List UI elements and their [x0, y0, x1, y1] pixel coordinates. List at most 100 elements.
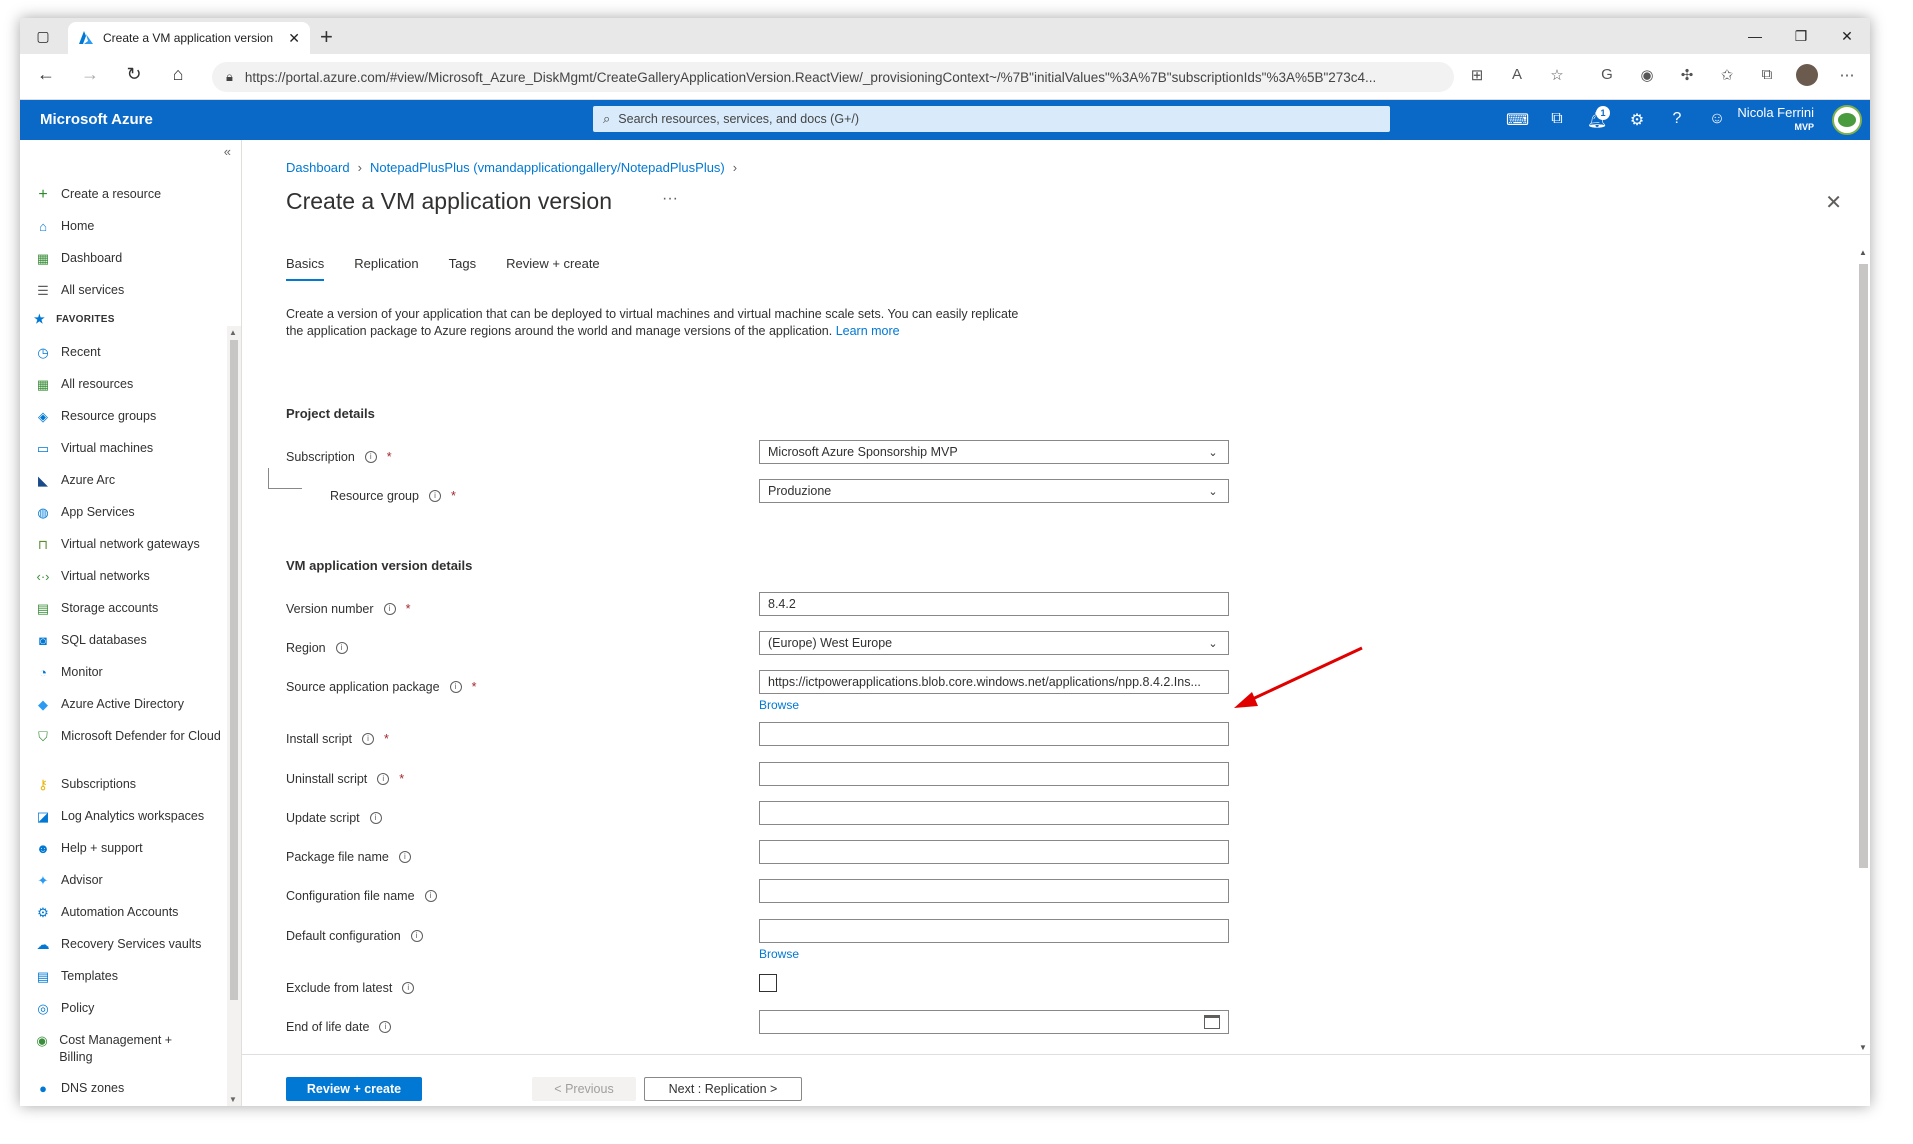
user-avatar[interactable] — [1832, 105, 1862, 135]
region-select[interactable]: (Europe) West Europe ⌄ — [759, 631, 1229, 655]
review-create-button[interactable]: Review + create — [286, 1077, 422, 1101]
account-menu[interactable]: Nicola Ferrini MVP — [1737, 106, 1814, 134]
sidebar-item-dashboard[interactable]: ▦ Dashboard — [34, 250, 122, 267]
sidebar-item-azure-ad[interactable]: ◆ Azure Active Directory — [34, 696, 184, 713]
info-icon[interactable]: i — [402, 982, 415, 994]
browse-package-link[interactable]: Browse — [759, 698, 799, 712]
tab-tags[interactable]: Tags — [449, 256, 476, 281]
feedback-icon[interactable]: ☺ — [1706, 110, 1728, 128]
previous-button[interactable]: < Previous — [532, 1077, 636, 1101]
directory-filter-icon[interactable]: ⧉ — [1546, 110, 1568, 128]
read-aloud-icon[interactable]: A — [1506, 66, 1528, 83]
scroll-down-icon[interactable]: ▼ — [229, 1095, 237, 1104]
info-icon[interactable]: i — [335, 642, 348, 654]
more-options-icon[interactable]: ··· — [662, 190, 678, 208]
sidebar-item-virtual-machines[interactable]: ▭ Virtual machines — [34, 440, 153, 457]
configuration-file-name-input[interactable] — [759, 879, 1229, 903]
breadcrumb-app[interactable]: NotepadPlusPlus (vmandapplicationgallery… — [370, 160, 725, 175]
sidebar-item-automation[interactable]: ⚙ Automation Accounts — [34, 904, 178, 921]
collections-icon[interactable]: ⧉ — [1756, 66, 1778, 83]
collapse-sidebar-icon[interactable]: « — [224, 144, 231, 159]
info-icon[interactable]: i — [377, 773, 390, 785]
default-configuration-input[interactable] — [759, 919, 1229, 943]
window-close-icon[interactable]: ✕ — [1824, 18, 1870, 54]
version-number-input[interactable]: 8.4.2 — [759, 592, 1229, 616]
profile-avatar[interactable] — [1796, 64, 1818, 86]
tab-actions-icon[interactable]: ▢ — [20, 18, 66, 54]
restore-icon[interactable]: ❐ — [1778, 18, 1824, 54]
calendar-icon[interactable] — [1204, 1015, 1220, 1029]
info-icon[interactable]: i — [383, 603, 396, 615]
browser-tab[interactable]: Create a VM application version ✕ — [68, 22, 310, 54]
forward-icon[interactable]: → — [78, 64, 102, 85]
learn-more-link[interactable]: Learn more — [836, 324, 900, 338]
close-tab-icon[interactable]: ✕ — [288, 30, 300, 47]
breadcrumb-dashboard[interactable]: Dashboard — [286, 160, 350, 175]
info-icon[interactable]: i — [424, 890, 437, 902]
sidebar-item-azure-arc[interactable]: ◣ Azure Arc — [34, 472, 115, 489]
tab-basics[interactable]: Basics — [286, 256, 325, 281]
install-script-input[interactable] — [759, 722, 1229, 746]
end-of-life-date-input[interactable] — [759, 1010, 1229, 1034]
sidebar-item-all-resources[interactable]: ▦ All resources — [34, 376, 133, 393]
sidebar-scroll-thumb[interactable] — [230, 340, 238, 1000]
favorites-icon[interactable]: ✩ — [1716, 66, 1738, 84]
sidebar-item-advisor[interactable]: ✦ Advisor — [34, 872, 103, 889]
sidebar-item-all-services[interactable]: ☰ All services — [34, 282, 124, 299]
sidebar-item-recovery-vaults[interactable]: ☁ Recovery Services vaults — [34, 936, 202, 953]
info-icon[interactable]: i — [410, 930, 423, 942]
minimize-icon[interactable]: — — [1732, 18, 1778, 54]
blade-scroll-thumb[interactable] — [1859, 264, 1868, 868]
sidebar-item-create-resource[interactable]: + Create a resource — [34, 186, 161, 203]
scroll-down-icon[interactable]: ▼ — [1859, 1043, 1867, 1052]
settings-gear-icon[interactable]: ⚙ — [1626, 110, 1648, 130]
notifications-icon[interactable]: 🔔︎ 1 — [1586, 106, 1610, 130]
scroll-up-icon[interactable]: ▲ — [1859, 248, 1867, 257]
sidebar-scrollbar[interactable]: ▲ ▼ — [227, 326, 241, 1106]
sidebar-item-home[interactable]: ⌂ Home — [34, 218, 94, 235]
sidebar-item-virtual-networks[interactable]: ‹·› Virtual networks — [34, 568, 150, 585]
cloud-shell-icon[interactable]: ⌨ — [1506, 110, 1529, 130]
refresh-icon[interactable]: ↻ — [122, 64, 146, 85]
sidebar-item-dns-zones[interactable]: ● DNS zones — [34, 1080, 124, 1097]
sidebar-item-vnet-gateways[interactable]: ⊓ Virtual network gateways — [34, 536, 200, 553]
close-blade-icon[interactable]: ✕ — [1825, 190, 1842, 215]
next-replication-button[interactable]: Next : Replication > — [644, 1077, 802, 1101]
address-bar[interactable]: 🔒︎ https://portal.azure.com/#view/Micros… — [212, 62, 1454, 92]
update-script-input[interactable] — [759, 801, 1229, 825]
sidebar-item-cost-management[interactable]: ◉ Cost Management + Billing — [34, 1032, 194, 1066]
home-icon[interactable]: ⌂ — [166, 64, 190, 85]
password-extension-icon[interactable]: ◉ — [1636, 66, 1658, 84]
more-menu-icon[interactable]: ⋯ — [1836, 66, 1858, 84]
azure-brand[interactable]: Microsoft Azure — [40, 111, 153, 128]
sidebar-item-monitor[interactable]: ◔ Monitor — [34, 664, 103, 681]
sidebar-item-log-analytics[interactable]: ◪ Log Analytics workspaces — [34, 808, 204, 825]
back-icon[interactable]: ← — [34, 64, 58, 85]
sidebar-item-templates[interactable]: ▤ Templates — [34, 968, 118, 985]
new-tab-icon[interactable]: + — [320, 24, 333, 50]
info-icon[interactable]: i — [362, 733, 374, 745]
extensions-icon[interactable]: ✣ — [1676, 66, 1698, 84]
info-icon[interactable]: i — [369, 812, 382, 824]
tab-review-create[interactable]: Review + create — [506, 256, 600, 281]
info-icon[interactable]: i — [449, 681, 462, 693]
info-icon[interactable]: i — [428, 490, 441, 502]
help-icon[interactable]: ? — [1666, 110, 1688, 128]
sidebar-item-recent[interactable]: ◷ Recent — [34, 344, 100, 361]
sidebar-item-resource-groups[interactable]: ◈ Resource groups — [34, 408, 156, 425]
resource-group-select[interactable]: Produzione ⌄ — [759, 479, 1229, 503]
exclude-from-latest-checkbox[interactable] — [759, 974, 777, 992]
blade-scrollbar[interactable]: ▲ ▼ — [1856, 246, 1870, 1054]
global-search-input[interactable]: ⌕ Search resources, services, and docs (… — [593, 106, 1390, 132]
tab-replication[interactable]: Replication — [354, 256, 418, 281]
sidebar-item-storage-accounts[interactable]: ▤ Storage accounts — [34, 600, 158, 617]
info-icon[interactable]: i — [379, 1021, 392, 1033]
uninstall-script-input[interactable] — [759, 762, 1229, 786]
scroll-up-icon[interactable]: ▲ — [229, 328, 237, 337]
sidebar-item-help-support[interactable]: ☻ Help + support — [34, 840, 143, 857]
browse-configuration-link[interactable]: Browse — [759, 947, 799, 961]
subscription-select[interactable]: Microsoft Azure Sponsorship MVP ⌄ — [759, 440, 1229, 464]
apps-icon[interactable]: ⊞ — [1466, 66, 1488, 84]
sidebar-item-app-services[interactable]: ◍ App Services — [34, 504, 134, 521]
sidebar-item-sql-databases[interactable]: ◙ SQL databases — [34, 632, 147, 649]
